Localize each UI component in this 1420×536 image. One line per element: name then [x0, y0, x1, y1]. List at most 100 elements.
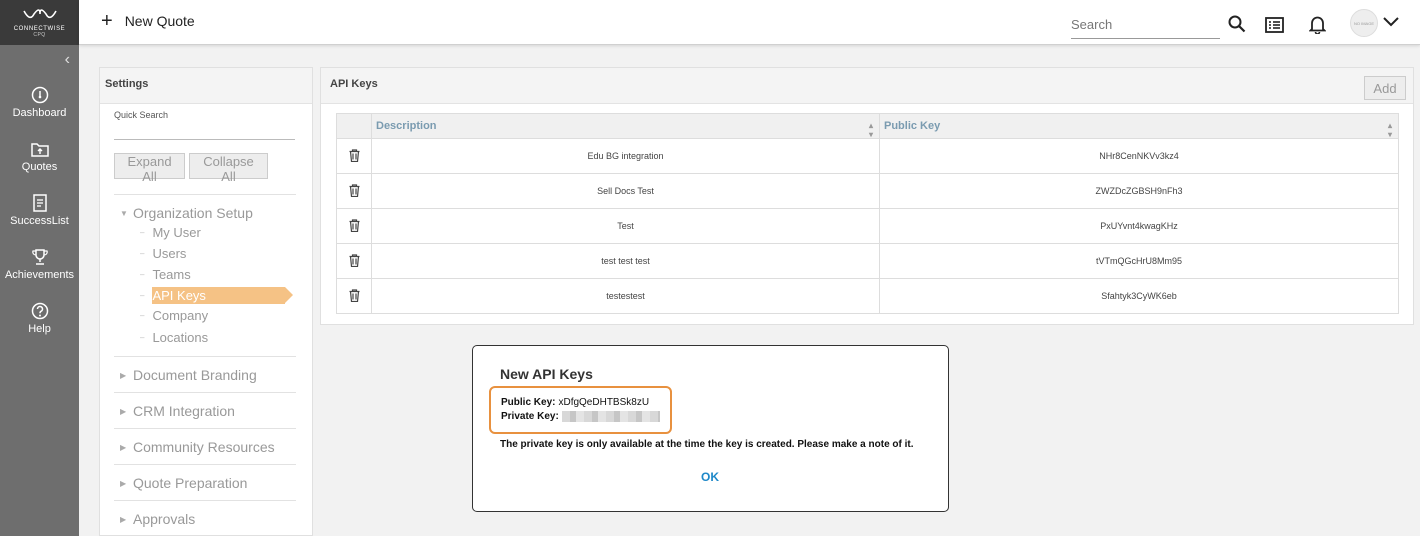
nav-help[interactable]: Help	[0, 291, 79, 345]
search-field	[1071, 14, 1220, 39]
dialog-title: New API Keys	[500, 366, 593, 382]
settings-title: Settings	[100, 68, 312, 104]
divider	[114, 392, 296, 393]
tree-crm-integration[interactable]: ▶ CRM Integration	[120, 403, 235, 419]
cell-public-key: NHr8CenNKVv3kz4	[879, 138, 1399, 174]
nav-quotes[interactable]: Quotes	[0, 129, 79, 183]
tree-item-teams[interactable]: – Teams	[140, 267, 191, 282]
delete-row-button[interactable]	[336, 173, 372, 209]
tree-item-my-user[interactable]: – My User	[140, 225, 201, 240]
table-header-actions	[336, 113, 372, 139]
api-keys-table: Description ▴ ▾ Public Key ▴ ▾ Edu BG inte…	[336, 113, 1399, 314]
private-key-value-redacted	[561, 410, 660, 422]
column-header-public-key[interactable]: Public Key ▴ ▾	[879, 113, 1399, 139]
tree-label: Teams	[152, 267, 191, 282]
table-row: testestest Sfahtyk3CyWK6eb	[336, 278, 1399, 314]
nav-successlist[interactable]: SuccessList	[0, 183, 79, 237]
tree-document-branding[interactable]: ▶ Document Branding	[120, 367, 257, 383]
cell-public-key: Sfahtyk3CyWK6eb	[879, 278, 1399, 314]
connectwise-logo[interactable]: CONNECTWISE CPQ	[0, 0, 79, 45]
cell-public-key: ZWZDcZGBSH9nFh3	[879, 173, 1399, 209]
nav-label: Help	[28, 322, 51, 335]
delete-row-button[interactable]	[336, 208, 372, 244]
divider	[114, 500, 296, 501]
tree-label: Community Resources	[133, 439, 275, 455]
divider	[114, 428, 296, 429]
table-row: test test test tVTmQGcHrU8Mm95	[336, 243, 1399, 279]
help-icon	[31, 302, 48, 319]
caret-right-icon: ▶	[120, 442, 127, 452]
tree-label: Organization Setup	[133, 205, 253, 221]
trash-icon	[349, 183, 359, 197]
api-keys-panel: API Keys Add Description ▴ ▾ Public Key ▴…	[320, 67, 1414, 325]
add-api-key-button[interactable]: Add	[1364, 76, 1406, 100]
nav-dashboard[interactable]: Dashboard	[0, 75, 79, 129]
tree-item-api-keys[interactable]: – API Keys	[140, 287, 294, 304]
search-input[interactable]	[1071, 14, 1220, 32]
trash-icon	[349, 148, 359, 162]
table-row: Test PxUYvnt4kwagKHz	[336, 208, 1399, 244]
public-key-label: Public Key:	[501, 396, 556, 408]
delete-row-button[interactable]	[336, 138, 372, 174]
settings-panel: Settings Quick Search Expand All Collaps…	[99, 67, 313, 536]
avatar[interactable]: NO IMAGE	[1350, 9, 1378, 37]
trophy-icon	[31, 248, 48, 265]
sort-icon: ▴ ▾	[1387, 121, 1392, 139]
trash-icon	[349, 288, 359, 302]
private-key-row: Private Key:	[501, 409, 670, 423]
new-quote-button[interactable]: + New Quote	[101, 10, 195, 32]
search-icon[interactable]	[1228, 15, 1246, 33]
tree-community-resources[interactable]: ▶ Community Resources	[120, 439, 275, 455]
tree-item-locations[interactable]: – Locations	[140, 330, 208, 345]
expand-all-button[interactable]: Expand All	[114, 153, 185, 184]
tree-item-company[interactable]: – Company	[140, 308, 208, 323]
cell-description: testestest	[371, 278, 880, 314]
column-header-description[interactable]: Description ▴ ▾	[371, 113, 880, 139]
chevron-down-icon[interactable]	[1383, 17, 1399, 27]
tree-label: API Keys	[152, 287, 294, 304]
nav-achievements[interactable]: Achievements	[0, 237, 79, 291]
private-key-label: Private Key:	[501, 410, 559, 422]
tree-label: CRM Integration	[133, 403, 235, 419]
delete-row-button[interactable]	[336, 278, 372, 314]
new-keys-highlight: Public Key: xDfgQeDHTBSk8zU Private Key:	[489, 386, 672, 434]
caret-right-icon: ▶	[120, 406, 127, 416]
trash-icon	[349, 218, 359, 232]
cell-description: Test	[371, 208, 880, 244]
quick-search-input[interactable]	[114, 123, 295, 140]
public-key-value: xDfgQeDHTBSk8zU	[558, 396, 650, 408]
cell-public-key: tVTmQGcHrU8Mm95	[879, 243, 1399, 279]
cell-description: test test test	[371, 243, 880, 279]
public-key-row: Public Key: xDfgQeDHTBSk8zU	[501, 395, 670, 409]
tree-label: Approvals	[133, 511, 196, 527]
nav-label: SuccessList	[10, 214, 69, 227]
quote-list-icon[interactable]	[1265, 17, 1284, 33]
collapse-all-button[interactable]: Collapse All	[189, 153, 268, 184]
tree-label: Quote Preparation	[133, 475, 248, 491]
quick-search-label: Quick Search	[114, 110, 169, 120]
delete-row-button[interactable]	[336, 243, 372, 279]
table-row: Sell Docs Test ZWZDcZGBSH9nFh3	[336, 173, 1399, 209]
tree-approvals[interactable]: ▶ Approvals	[120, 511, 195, 527]
logo-mark-icon	[22, 8, 57, 18]
bell-icon[interactable]	[1309, 15, 1326, 34]
caret-down-icon: ▼	[120, 208, 128, 218]
caret-right-icon: ▶	[120, 370, 127, 380]
tree-quote-preparation[interactable]: ▶ Quote Preparation	[120, 475, 247, 491]
plus-icon: +	[101, 10, 113, 32]
sort-icon: ▴ ▾	[868, 121, 873, 139]
api-keys-title: API Keys	[321, 68, 1413, 104]
divider	[114, 464, 296, 465]
nav-label: Dashboard	[12, 106, 67, 119]
ok-button[interactable]: OK	[701, 470, 719, 484]
tree-label: Company	[152, 308, 209, 323]
successlist-icon	[32, 193, 47, 212]
tree-organization-setup[interactable]: ▼ Organization Setup	[120, 205, 253, 221]
collapse-nav-button[interactable]: ‹	[0, 45, 79, 75]
tree-label: My User	[152, 225, 201, 240]
dashboard-icon	[31, 86, 48, 103]
trash-icon	[349, 253, 359, 267]
tree-item-users[interactable]: – Users	[140, 246, 186, 261]
table-row: Edu BG integration NHr8CenNKVv3kz4	[336, 138, 1399, 174]
divider	[114, 194, 296, 195]
